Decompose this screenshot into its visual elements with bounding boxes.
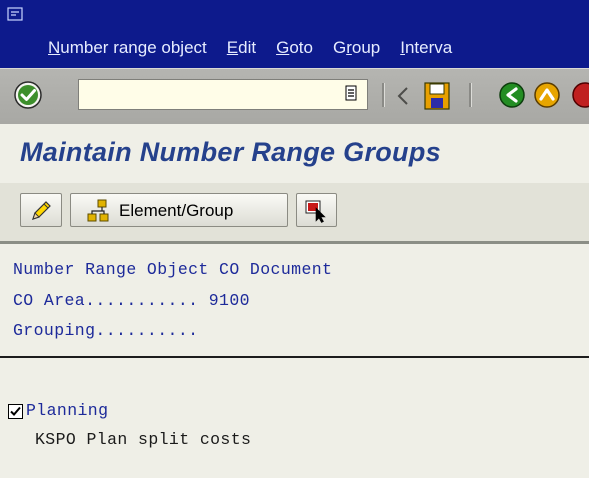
co-area-line: CO Area........... 9100 — [13, 291, 250, 310]
page-title: Maintain Number Range Groups — [20, 137, 441, 167]
group-checkbox[interactable] — [8, 404, 23, 419]
pencil-edit-icon — [32, 201, 51, 220]
checkmark-icon — [10, 406, 21, 416]
save-icon[interactable] — [423, 81, 451, 111]
menu-goto[interactable]: Goto — [276, 38, 313, 58]
exit-icon[interactable] — [532, 80, 562, 110]
select-button[interactable] — [296, 193, 337, 227]
menu-edit[interactable]: Edit — [227, 38, 256, 58]
dropdown-history-icon[interactable] — [344, 84, 358, 102]
enter-check-icon[interactable] — [12, 79, 44, 111]
application-toolbar: Element/Group — [0, 183, 589, 244]
select-cursor-icon — [305, 200, 326, 223]
menu-group[interactable]: Group — [333, 38, 380, 58]
grouping-line: Grouping.......... — [13, 321, 199, 340]
group-name[interactable]: Planning — [26, 401, 108, 420]
section-divider — [0, 356, 589, 358]
element-group-icon — [87, 199, 109, 222]
command-field[interactable] — [78, 79, 368, 110]
group-element-line[interactable]: KSPO Plan split costs — [35, 430, 251, 449]
menu-number-range-object[interactable]: Number range object — [48, 38, 207, 58]
toolbar-separator — [469, 83, 472, 107]
element-group-button[interactable]: Element/Group — [70, 193, 288, 227]
back-icon[interactable] — [497, 80, 527, 110]
menu-bar: Number range object Edit Goto Group Inte… — [0, 0, 589, 68]
cancel-icon[interactable] — [570, 80, 589, 110]
element-group-label: Element/Group — [119, 201, 234, 220]
standard-toolbar — [0, 68, 589, 124]
edit-button[interactable] — [20, 193, 62, 227]
object-line: Number Range Object CO Document — [13, 260, 333, 279]
menu-interval[interactable]: Interva — [400, 38, 452, 58]
back-arrow-left-icon[interactable] — [396, 86, 410, 106]
system-menu-icon[interactable] — [7, 7, 23, 21]
toolbar-separator — [382, 83, 385, 107]
